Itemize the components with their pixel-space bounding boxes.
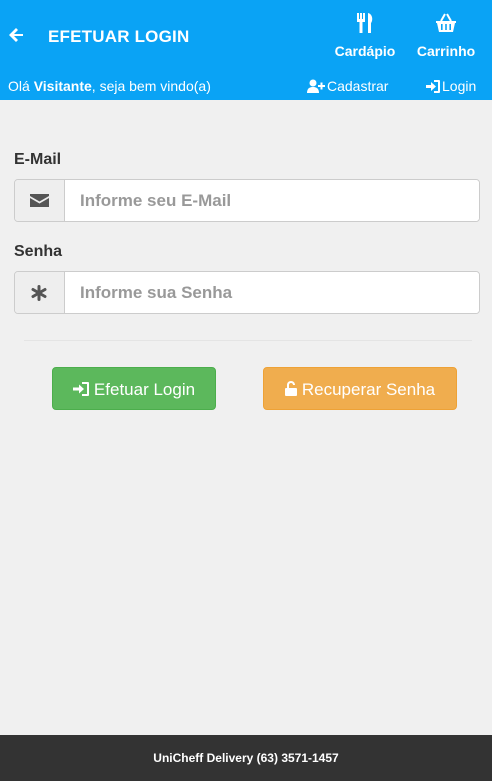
footer-contact: UniCheff Delivery (63) 3571-1457 [153, 751, 339, 765]
nav-carrinho-label: Carrinho [416, 43, 476, 59]
email-input-group [14, 179, 480, 222]
back-button[interactable] [8, 26, 26, 46]
nav-cardapio-label: Cardápio [334, 43, 396, 59]
password-input-group [14, 271, 480, 314]
login-button-label: Efetuar Login [93, 380, 196, 399]
login-label: Login [442, 78, 477, 94]
login-link[interactable]: Login [426, 78, 476, 94]
register-label: Cadastrar [327, 78, 389, 94]
welcome-bar: Olá Visitante, seja bem vindo(a) Cadastr… [0, 72, 492, 100]
arrow-left-icon [9, 28, 23, 42]
nav-carrinho-button[interactable]: Carrinho [410, 12, 482, 59]
asterisk-icon [31, 285, 47, 301]
password-input[interactable] [65, 272, 479, 313]
sign-in-icon [426, 80, 440, 93]
email-input[interactable] [65, 180, 479, 221]
password-label: Senha [14, 243, 63, 260]
email-addon [15, 180, 65, 221]
envelope-icon [30, 194, 49, 207]
user-plus-icon [307, 79, 325, 93]
footer: UniCheff Delivery (63) 3571-1457 [0, 735, 492, 781]
welcome-message: Olá Visitante, seja bem vindo(a) [8, 78, 211, 94]
page-title: EFETUAR LOGIN [48, 27, 190, 46]
sign-in-icon [72, 382, 89, 396]
register-link[interactable]: Cadastrar [307, 78, 388, 94]
form-divider [24, 340, 472, 341]
password-addon [15, 272, 65, 313]
email-label: E-Mail [14, 151, 62, 168]
app-header: EFETUAR LOGIN Cardápio Carrinho [0, 0, 492, 72]
login-button[interactable]: Efetuar Login [52, 367, 216, 410]
unlock-icon [284, 381, 297, 396]
cutlery-icon [357, 13, 373, 33]
visitor-name: Visitante [33, 78, 92, 94]
recover-password-button[interactable]: Recuperar Senha [263, 367, 457, 410]
recover-button-label: Recuperar Senha [301, 380, 436, 399]
nav-cardapio-button[interactable]: Cardápio [329, 12, 401, 59]
basket-icon [436, 13, 456, 32]
